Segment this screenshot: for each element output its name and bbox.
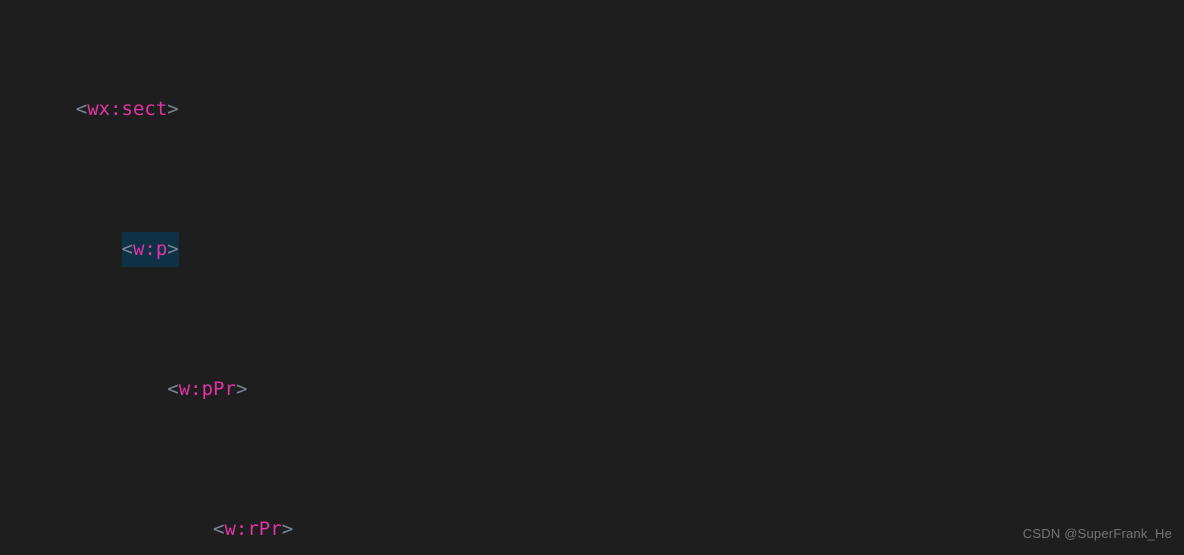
code-line: <wx:sect> [0,92,1184,127]
code-editor[interactable]: <wx:sect> <w:p> <w:pPr> <w:rPr> <w:rFont… [0,0,1184,555]
code-line: <w:rPr> [0,512,1184,547]
code-line: <w:p> [0,232,1184,267]
code-line: <w:pPr> [0,372,1184,407]
watermark: CSDN @SuperFrank_He [1023,516,1172,551]
